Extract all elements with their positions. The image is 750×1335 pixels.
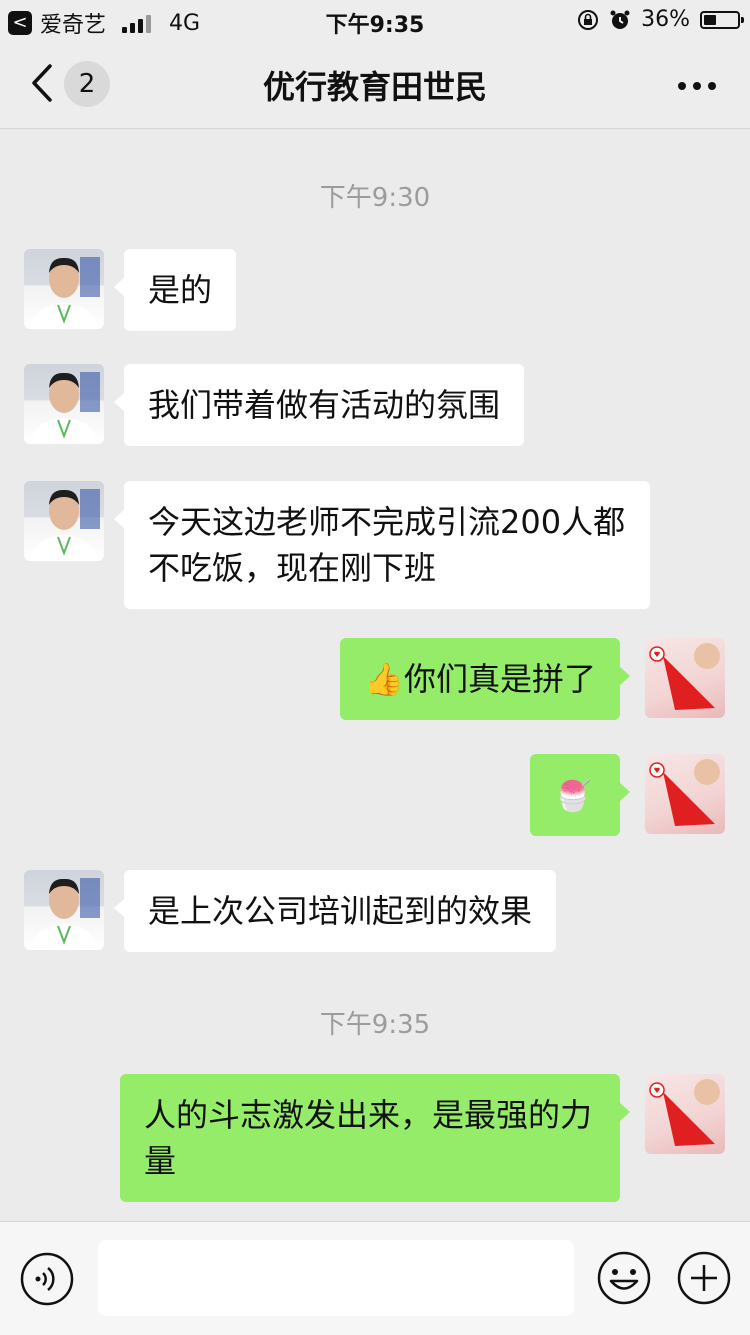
alarm-icon <box>610 10 630 29</box>
message-bubble[interactable]: 🍧 <box>530 754 630 836</box>
contact-avatar[interactable] <box>24 870 104 950</box>
rotation-lock-icon <box>578 9 599 30</box>
time-divider: 下午9:30 <box>319 183 431 213</box>
flag-avatar-icon <box>649 643 720 710</box>
input-bar <box>0 1221 750 1335</box>
message-bubble[interactable]: 我们带着做有活动的氛围 <box>113 364 525 446</box>
shaved-ice-icon: 🍧 <box>554 779 592 814</box>
contact-avatar[interactable] <box>24 249 104 329</box>
emoji-icon[interactable] <box>596 1250 652 1306</box>
message-input[interactable] <box>98 1240 574 1316</box>
chat-title: 优行教育田世民 <box>262 68 487 106</box>
more-icon[interactable] <box>678 82 716 90</box>
person-icon <box>30 372 100 444</box>
plus-icon[interactable] <box>676 1250 732 1306</box>
time-divider: 下午9:35 <box>319 1010 431 1040</box>
chat-header: 2 优行教育田世民 <box>0 42 750 129</box>
message-list[interactable]: 下午9:30 是的 我们带着做有活动的氛围 今天这边老师不完成引流200人都不吃… <box>0 129 750 1221</box>
message-bubble[interactable]: 今天这边老师不完成引流200人都不吃饭，现在刚下班 <box>114 481 650 609</box>
battery-fill <box>704 14 716 25</box>
thumbs-up-icon: 👍 <box>364 660 404 698</box>
self-avatar[interactable] <box>645 638 725 718</box>
person-icon <box>30 257 100 329</box>
self-avatar[interactable] <box>645 1074 725 1154</box>
status-right: 36% <box>577 7 744 32</box>
status-bar: < 爱奇艺 4G 下午9:35 36% <box>0 0 750 42</box>
message-text: 你们真是拼了 <box>403 660 596 698</box>
voice-icon[interactable] <box>20 1252 74 1306</box>
message-bubble[interactable]: 是的 <box>113 249 237 331</box>
contact-avatar[interactable] <box>24 481 104 561</box>
battery-icon <box>700 10 744 29</box>
person-icon <box>30 878 100 950</box>
person-icon <box>30 489 100 561</box>
message-bubble[interactable]: 👍你们真是拼了 <box>340 638 630 720</box>
self-avatar[interactable] <box>645 754 725 834</box>
message-bubble[interactable]: 是上次公司培训起到的效果 <box>113 870 557 952</box>
battery-percent: 36% <box>641 7 690 32</box>
message-bubble[interactable]: 人的斗志激发出来，是最强的力量 <box>120 1074 630 1202</box>
contact-avatar[interactable] <box>24 364 104 444</box>
flag-avatar-icon <box>649 1079 720 1146</box>
flag-avatar-icon <box>649 759 720 826</box>
